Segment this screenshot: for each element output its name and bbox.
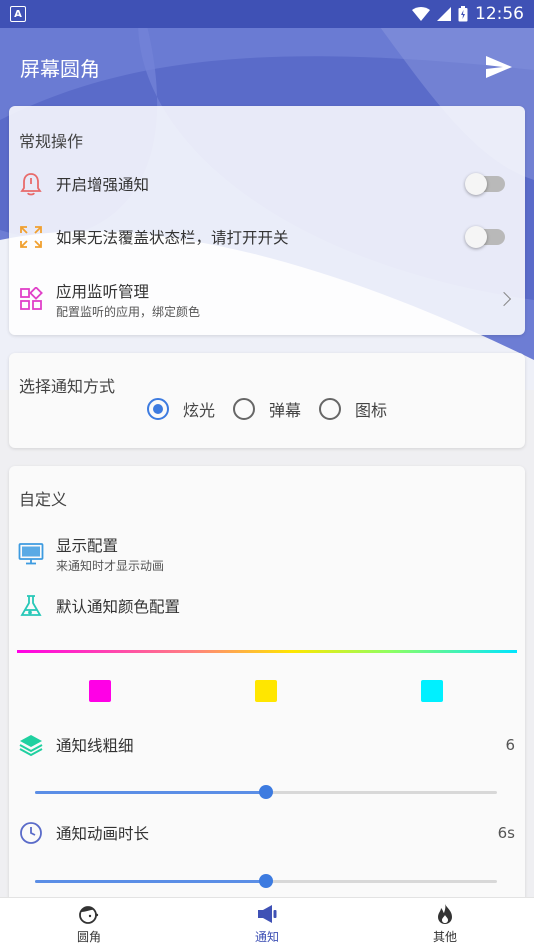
radio-icon[interactable]: 图标 bbox=[319, 397, 387, 421]
app-notification-icon: A bbox=[10, 6, 26, 22]
page-title: 屏幕圆角 bbox=[20, 56, 100, 81]
nav-item-corner[interactable]: 圆角 bbox=[0, 898, 178, 950]
nav-notify-label: 通知 bbox=[254, 930, 279, 944]
clock-icon bbox=[18, 820, 44, 846]
duration-slider-thumb[interactable] bbox=[259, 874, 273, 888]
line-width-label: 通知线粗细 bbox=[56, 737, 134, 755]
battery-icon bbox=[458, 6, 468, 22]
nav-other-label: 其他 bbox=[432, 930, 457, 944]
notify-mode-title: 选择通知方式 bbox=[19, 377, 116, 396]
enhanced-notify-label: 开启增强通知 bbox=[56, 176, 150, 194]
enhanced-notify-row[interactable]: 开启增强通知 bbox=[9, 168, 525, 200]
expand-icon bbox=[18, 224, 44, 250]
notify-mode-card: 选择通知方式 炫光 弹幕 图标 bbox=[9, 353, 525, 448]
status-bar: A 12:56 bbox=[0, 0, 534, 28]
app-listen-manage-row[interactable]: 应用监听管理 配置监听的应用，绑定颜色 bbox=[9, 276, 525, 322]
bottom-nav: 圆角 通知 其他 bbox=[0, 897, 534, 950]
line-width-slider-thumb[interactable] bbox=[259, 785, 273, 799]
line-width-value: 6 bbox=[505, 736, 515, 754]
radio-glow-label: 炫光 bbox=[182, 401, 215, 420]
wifi-icon bbox=[412, 7, 430, 21]
display-config-row[interactable]: 显示配置 来通知时才显示动画 bbox=[9, 534, 525, 574]
cover-statusbar-switch[interactable] bbox=[465, 226, 505, 248]
default-color-label: 默认通知颜色配置 bbox=[56, 598, 181, 616]
nav-item-other[interactable]: 其他 bbox=[356, 898, 534, 950]
bell-icon bbox=[18, 171, 44, 197]
radio-glow-button[interactable] bbox=[146, 398, 169, 420]
signal-icon bbox=[437, 7, 451, 21]
color-swatch-2[interactable] bbox=[255, 680, 277, 702]
display-config-label: 显示配置 bbox=[56, 537, 119, 555]
custom-card: 自定义 显示配置 来通知时才显示动画 默认通知颜色配置 通知线粗细 6 通知动画… bbox=[9, 466, 525, 906]
face-icon bbox=[79, 906, 99, 924]
clock: 12:56 bbox=[475, 4, 524, 24]
color-swatch-3[interactable] bbox=[421, 680, 443, 702]
cover-statusbar-label: 如果无法覆盖状态栏，请打开开关 bbox=[56, 229, 289, 247]
layers-icon bbox=[18, 732, 44, 758]
nav-item-notify[interactable]: 通知 bbox=[178, 898, 356, 950]
monitor-icon bbox=[18, 541, 44, 567]
duration-value: 6s bbox=[497, 824, 515, 842]
nav-corner-label: 圆角 bbox=[76, 930, 101, 944]
notify-mode-radio-group: 炫光 弹幕 图标 bbox=[9, 397, 525, 421]
app-bar: 屏幕圆角 bbox=[0, 28, 534, 106]
chevron-right-icon bbox=[496, 291, 512, 307]
send-icon bbox=[486, 56, 512, 78]
cover-statusbar-row[interactable]: 如果无法覆盖状态栏，请打开开关 bbox=[9, 221, 525, 253]
apps-icon bbox=[18, 286, 44, 312]
default-color-row[interactable]: 默认通知颜色配置 bbox=[9, 592, 525, 620]
display-config-sub: 来通知时才显示动画 bbox=[56, 559, 165, 573]
line-width-slider[interactable] bbox=[35, 785, 497, 799]
app-listen-manage-label: 应用监听管理 bbox=[56, 283, 150, 301]
color-swatch-1[interactable] bbox=[89, 680, 111, 702]
duration-label: 通知动画时长 bbox=[56, 825, 150, 843]
megaphone-icon bbox=[258, 905, 277, 923]
radio-icon-button[interactable] bbox=[319, 398, 341, 420]
duration-slider[interactable] bbox=[35, 874, 497, 888]
radio-icon-label: 图标 bbox=[355, 401, 388, 420]
custom-card-title: 自定义 bbox=[19, 490, 68, 509]
radio-danmaku[interactable]: 弹幕 bbox=[232, 397, 301, 421]
line-width-row: 通知线粗细 6 bbox=[9, 732, 525, 758]
flame-icon bbox=[438, 904, 452, 924]
app-listen-manage-sub: 配置监听的应用，绑定颜色 bbox=[56, 305, 201, 319]
send-button[interactable] bbox=[484, 52, 514, 82]
flask-icon bbox=[18, 593, 44, 619]
radio-danmaku-label: 弹幕 bbox=[268, 401, 301, 420]
color-gradient-preview bbox=[17, 650, 517, 653]
enhanced-notify-switch[interactable] bbox=[465, 173, 505, 195]
general-card-title: 常规操作 bbox=[19, 132, 84, 151]
general-card: 常规操作 开启增强通知 如果无法覆盖状态栏，请打开开关 应用监听管理 配置监听的… bbox=[9, 106, 525, 335]
duration-row: 通知动画时长 6s bbox=[9, 820, 525, 846]
radio-danmaku-button[interactable] bbox=[232, 398, 255, 420]
radio-glow[interactable]: 炫光 bbox=[146, 397, 215, 421]
